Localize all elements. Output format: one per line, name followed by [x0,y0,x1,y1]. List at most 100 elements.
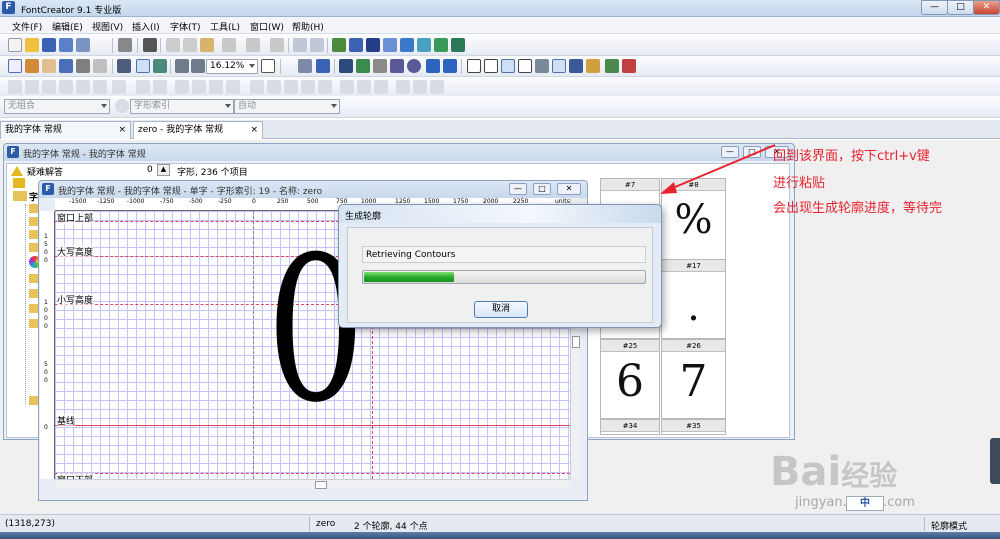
align-left-icon[interactable] [8,80,22,94]
open-icon[interactable] [25,38,39,52]
metrics-icon[interactable] [501,59,515,73]
save-icon[interactable] [42,38,56,52]
anchor-icon[interactable] [569,59,583,73]
grid-icon[interactable] [467,59,481,73]
group-icon[interactable] [396,80,410,94]
glyph-index-select[interactable]: 字形索引 [130,99,234,114]
auto-select[interactable]: 自动 [234,99,340,114]
grid-plus-icon[interactable] [484,59,498,73]
zoom-in-icon[interactable] [175,59,189,73]
settings-icon[interactable] [310,38,324,52]
group-select[interactable]: 无组合 [4,99,110,114]
scroll-thumb[interactable] [572,336,580,348]
start-point-icon[interactable] [374,80,388,94]
find-icon[interactable] [143,38,157,52]
glyph-window-minimize-button[interactable]: — [509,183,527,195]
ellipse-icon[interactable] [407,59,421,73]
install-icon[interactable] [434,38,448,52]
contour-icon[interactable] [340,80,354,94]
scroll-thumb[interactable] [315,481,327,489]
align-middle-icon[interactable] [76,80,90,94]
zoom-fit-icon[interactable] [261,59,275,73]
intersect-icon[interactable] [284,80,298,94]
hand-icon[interactable] [42,59,56,73]
image-icon[interactable] [417,38,431,52]
print-icon[interactable] [118,38,132,52]
zoom-out-icon[interactable] [191,59,205,73]
rotate-cw-icon[interactable] [192,80,206,94]
bitmap-icon[interactable] [339,59,353,73]
menu-window[interactable]: 窗口(W) [250,20,284,33]
maximize-button[interactable]: □ [947,0,974,15]
undo-icon[interactable] [222,38,236,52]
repeat-icon[interactable] [270,38,284,52]
tab-zero[interactable]: zero - 我的字体 常规 × [133,121,263,139]
paste-icon[interactable] [200,38,214,52]
knife-icon[interactable] [76,59,90,73]
transform-icon[interactable] [605,59,619,73]
horizontal-scrollbar[interactable] [55,479,570,489]
next-glyph-icon[interactable] [443,59,457,73]
export-icon[interactable] [76,38,90,52]
scale-icon[interactable] [226,80,240,94]
pencil-icon[interactable] [373,59,387,73]
glyph-cell[interactable]: #34 [600,419,660,435]
glyph-window-maximize-button[interactable]: □ [533,183,551,195]
previous-glyph-icon[interactable] [426,59,440,73]
outline-icon[interactable] [318,80,332,94]
minimize-button[interactable]: — [921,0,948,15]
redo-icon[interactable] [246,38,260,52]
flip-v-icon[interactable] [153,80,167,94]
node-icon[interactable] [316,59,330,73]
pen-icon[interactable] [59,59,73,73]
align-right-icon[interactable] [42,80,56,94]
measure-icon[interactable] [93,59,107,73]
menu-edit[interactable]: 编辑(E) [52,20,83,33]
properties-icon[interactable] [293,38,307,52]
bbox-icon[interactable] [518,59,532,73]
hint-icon[interactable] [383,38,397,52]
glyph-cell[interactable]: #25 6 [600,339,660,419]
composite-icon[interactable] [622,59,636,73]
close-icon[interactable]: × [118,125,126,136]
cancel-button[interactable]: 取消 [474,301,528,318]
rectangle-icon[interactable] [390,59,404,73]
chevron-up-icon[interactable]: ▲ [157,164,170,176]
cut-icon[interactable] [166,38,180,52]
close-button[interactable]: ✕ [973,0,1000,15]
lock-icon[interactable] [430,80,444,94]
flip-h-icon[interactable] [136,80,150,94]
menu-tools[interactable]: 工具(L) [210,20,240,33]
align-bottom-icon[interactable] [93,80,107,94]
align-center-icon[interactable] [25,80,39,94]
new-icon[interactable] [8,38,22,52]
grid-snap-icon[interactable] [136,59,150,73]
save-all-icon[interactable] [59,38,73,52]
component-icon[interactable] [115,99,129,113]
menu-file[interactable]: 文件(F) [12,20,42,33]
fill-icon[interactable] [117,59,131,73]
glyph-cell[interactable]: #35 [661,419,726,435]
pointer-icon[interactable] [298,59,312,73]
subtract-icon[interactable] [267,80,281,94]
bold-icon[interactable] [552,59,566,73]
test-icon[interactable] [349,38,363,52]
ungroup-icon[interactable] [413,80,427,94]
rotate-icon[interactable] [175,80,189,94]
validate-icon[interactable] [332,38,346,52]
union-icon[interactable] [250,80,264,94]
menu-view[interactable]: 视图(V) [92,20,123,33]
info-icon[interactable] [451,38,465,52]
reverse-icon[interactable] [357,80,371,94]
lasso-icon[interactable] [25,59,39,73]
brush-icon[interactable] [356,59,370,73]
distribute-icon[interactable] [112,80,126,94]
select-icon[interactable] [8,59,22,73]
side-widget[interactable] [990,438,1000,484]
kern-icon[interactable] [586,59,600,73]
tab-font[interactable]: 我的字体 常规 × [0,121,131,139]
close-icon[interactable]: × [250,125,258,136]
folder-label[interactable]: 字 [29,190,38,203]
troubleshoot-label[interactable]: 疑难解答 [27,165,63,178]
menu-help[interactable]: 帮助(H) [292,20,324,33]
